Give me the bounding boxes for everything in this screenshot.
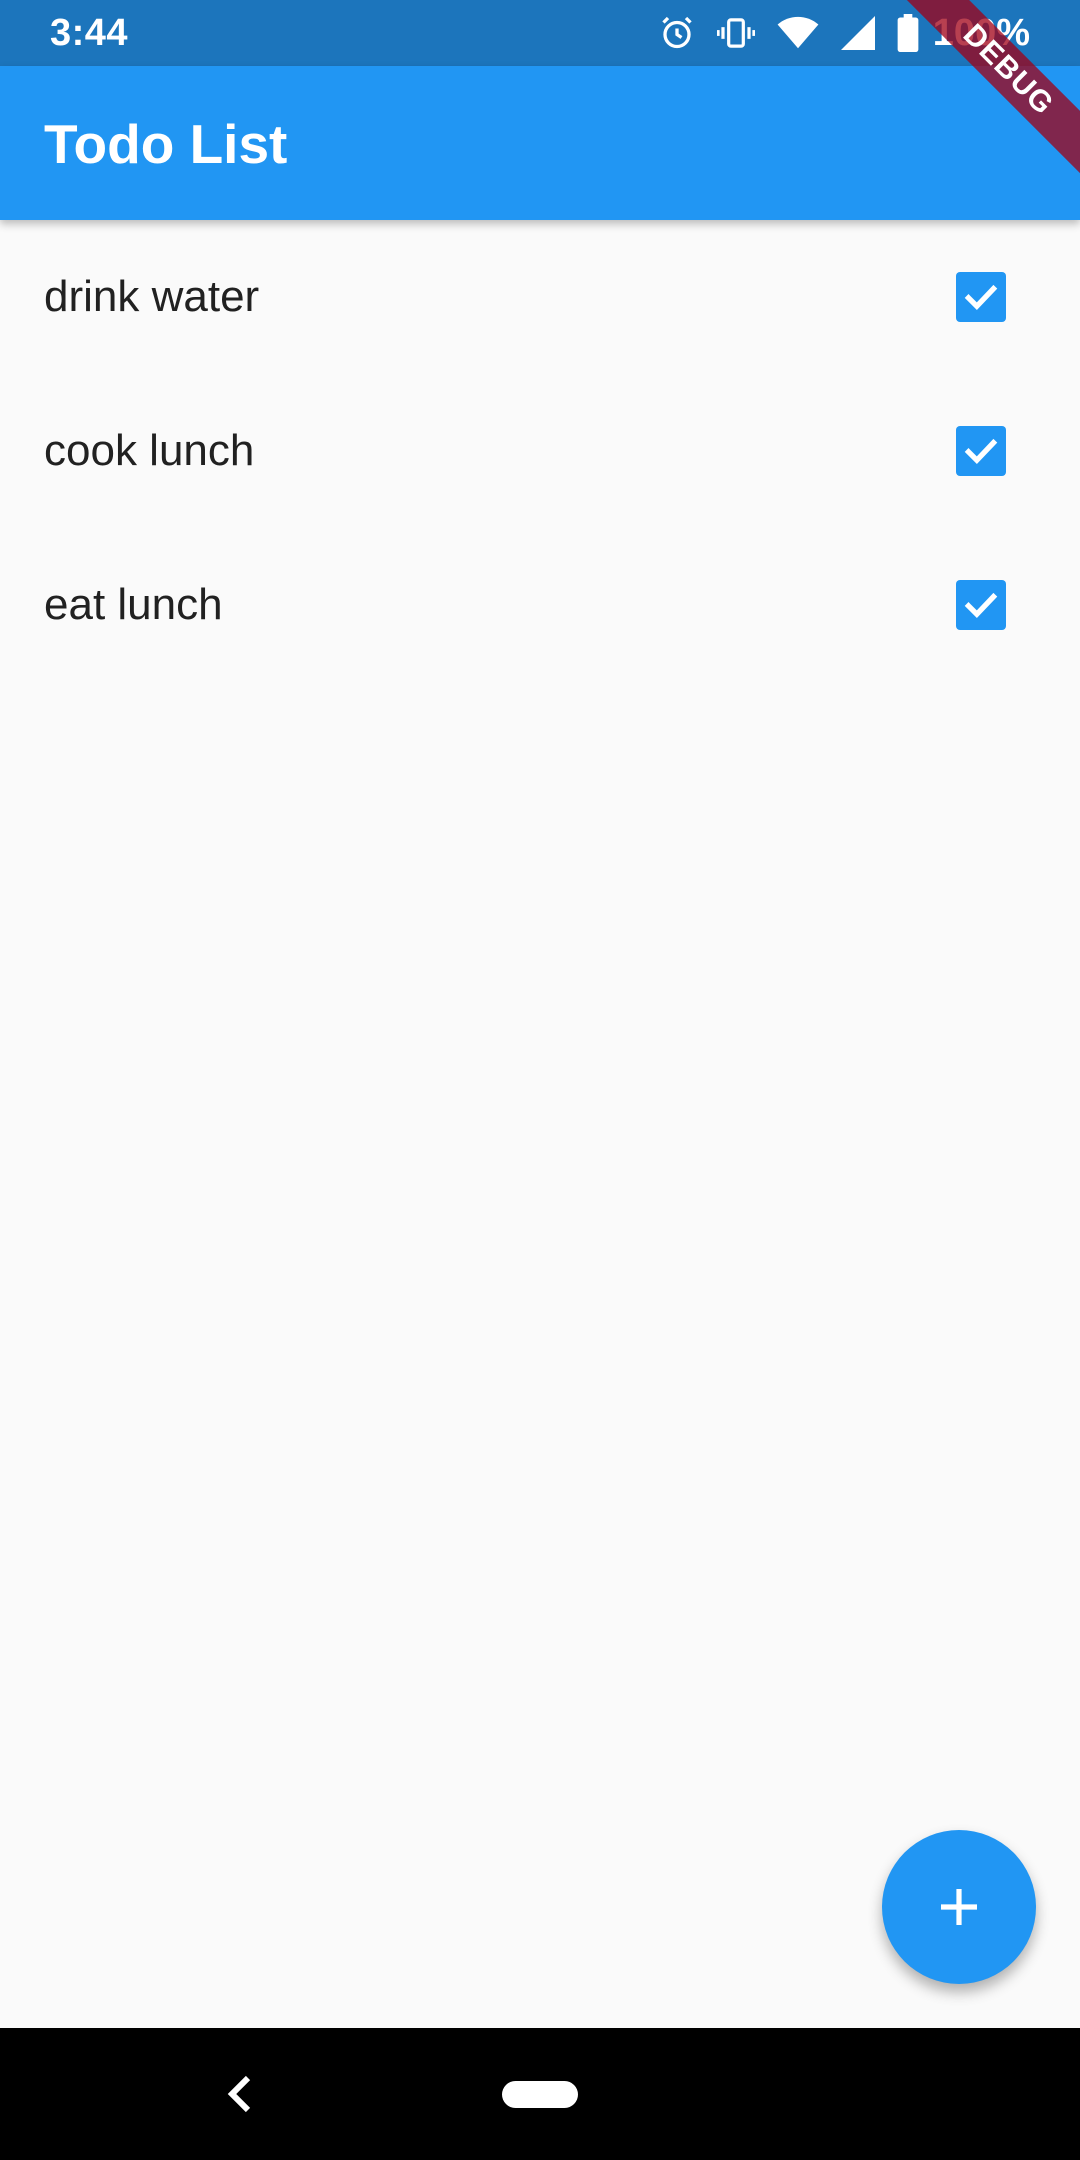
todo-label: cook lunch — [44, 426, 255, 475]
todo-label: drink water — [44, 272, 260, 321]
home-pill-icon[interactable] — [502, 2081, 578, 2108]
todo-checkbox[interactable] — [956, 426, 1006, 476]
battery-percent: 100% — [932, 11, 1030, 54]
plus-icon — [941, 1889, 977, 1925]
app-bar: Todo List — [0, 66, 1080, 220]
alarm-icon — [659, 15, 695, 51]
status-icons: 100% — [659, 10, 1030, 56]
screen: 3:44 100% Todo List DEBUG drink water co… — [0, 0, 1080, 2160]
navigation-bar — [0, 2028, 1080, 2160]
todo-label: eat lunch — [44, 580, 223, 629]
check-icon — [964, 284, 998, 310]
todo-checkbox[interactable] — [956, 272, 1006, 322]
signal-icon — [840, 16, 875, 50]
list-item[interactable]: eat lunch — [0, 528, 1080, 682]
status-bar: 3:44 100% — [0, 0, 1080, 66]
back-icon[interactable] — [226, 2074, 252, 2119]
todo-checkbox[interactable] — [956, 580, 1006, 630]
list-item[interactable]: cook lunch — [0, 374, 1080, 528]
list-item[interactable]: drink water — [0, 220, 1080, 374]
check-icon — [964, 592, 998, 618]
page-title: Todo List — [44, 113, 288, 175]
wifi-icon — [777, 16, 819, 50]
add-todo-button[interactable] — [882, 1830, 1036, 1984]
battery-icon — [897, 14, 919, 52]
check-icon — [964, 438, 998, 464]
status-time: 3:44 — [50, 12, 129, 54]
vibrate-icon — [716, 15, 755, 51]
todo-list: drink water cook lunch eat lunch — [0, 220, 1080, 682]
